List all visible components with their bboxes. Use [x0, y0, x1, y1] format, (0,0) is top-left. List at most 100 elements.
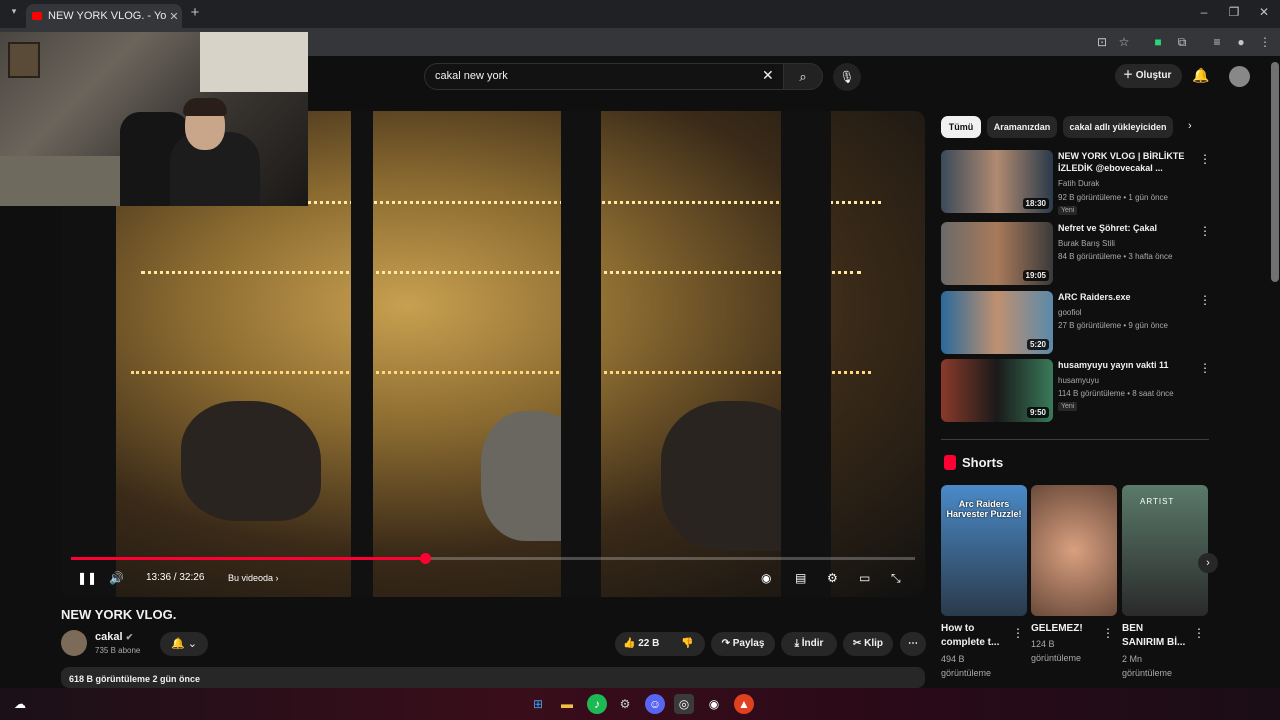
chrome-icon[interactable]: ◎: [674, 694, 694, 714]
bell-icon: 🔔: [171, 638, 185, 650]
subscriber-count: 735 B abone: [95, 646, 141, 655]
install-icon[interactable]: ⊡: [1094, 34, 1110, 50]
puzzle-icon[interactable]: ⧉: [1174, 34, 1190, 50]
create-button[interactable]: ＋ Oluştur: [1115, 64, 1182, 88]
search-input[interactable]: cakal new york: [424, 63, 790, 90]
account-avatar[interactable]: [1229, 66, 1250, 87]
recommendation-channel[interactable]: Burak Barış Stili: [1058, 239, 1115, 248]
obs-icon[interactable]: ◉: [704, 694, 724, 714]
short-thumbnail[interactable]: ARTIST: [1122, 485, 1208, 616]
more-options-icon[interactable]: ⋮: [1193, 626, 1205, 640]
download-button[interactable]: ⤓ İndir: [781, 632, 837, 656]
more-icon[interactable]: ⋮: [1257, 34, 1273, 50]
webcam-sofa: [0, 156, 120, 206]
star-icon[interactable]: ☆: [1116, 34, 1132, 50]
spotify-icon[interactable]: ♪: [587, 694, 607, 714]
chip-from-uploader[interactable]: cakal adlı yükleyiciden: [1063, 116, 1173, 138]
more-options-icon[interactable]: ⋮: [1102, 626, 1114, 640]
tab-title: NEW YORK VLOG. - YouTube: [48, 10, 166, 22]
recommendation-item[interactable]: 19:05 Nefret ve Şöhret: Çakal Burak Barı…: [941, 222, 1211, 286]
chip-all[interactable]: Tümü: [941, 116, 981, 138]
browser-tab[interactable]: NEW YORK VLOG. - YouTube ✕: [26, 4, 182, 28]
dislike-icon[interactable]: 👎: [681, 632, 693, 656]
minimize-icon[interactable]: –: [1194, 5, 1214, 19]
new-tab-icon[interactable]: +: [186, 4, 204, 22]
more-actions-icon[interactable]: ⋯: [900, 632, 926, 656]
progress-bar[interactable]: [71, 553, 915, 564]
share-icon: ↷: [721, 638, 730, 649]
channel-name-text: cakal: [95, 631, 123, 643]
volume-icon[interactable]: 🔊: [109, 571, 124, 585]
more-options-icon[interactable]: ⋮: [1199, 293, 1211, 307]
theater-mode-icon[interactable]: ▭: [859, 571, 870, 585]
channel-name[interactable]: cakal ✔: [95, 631, 133, 643]
recommendation-channel[interactable]: goofiol: [1058, 308, 1082, 317]
clear-search-icon[interactable]: ✕: [762, 67, 774, 84]
chevron-right-icon[interactable]: ›: [1188, 120, 1192, 132]
notifications-icon[interactable]: 🔔: [1192, 67, 1209, 84]
like-icon[interactable]: 👍: [623, 638, 635, 649]
more-options-icon[interactable]: ⋮: [1199, 152, 1211, 166]
settings-icon[interactable]: ⚙: [827, 571, 838, 585]
fullscreen-icon[interactable]: ⤡: [891, 571, 901, 586]
video-thumbnail[interactable]: 19:05: [941, 222, 1053, 285]
recommendation-title[interactable]: husamyuyu yayın vakti 11: [1058, 359, 1188, 371]
subscription-bell-button[interactable]: 🔔 ⌄: [160, 632, 208, 656]
close-window-icon[interactable]: ✕: [1254, 5, 1274, 19]
window-bar: [351, 111, 373, 597]
discord-icon[interactable]: ☺: [645, 694, 665, 714]
search-button[interactable]: ⌕: [783, 63, 823, 90]
recommendation-title[interactable]: ARC Raiders.exe: [1058, 291, 1188, 303]
recommendation-channel[interactable]: husamyuyu: [1058, 376, 1099, 385]
extension-icon[interactable]: ■: [1150, 34, 1166, 50]
recommendation-item[interactable]: 5:20 ARC Raiders.exe goofiol 27 B görünt…: [941, 291, 1211, 355]
file-explorer-icon[interactable]: ▬: [557, 694, 577, 714]
taskbar: [0, 688, 1280, 720]
recommendation-title[interactable]: Nefret ve Şöhret: Çakal: [1058, 222, 1188, 234]
video-thumbnail[interactable]: 9:50: [941, 359, 1053, 422]
subtitles-icon[interactable]: ▤: [795, 571, 806, 585]
description-box[interactable]: 618 B görüntüleme 2 gün önce: [61, 667, 925, 688]
video-thumbnail[interactable]: 18:30: [941, 150, 1053, 213]
more-options-icon[interactable]: ⋮: [1199, 224, 1211, 238]
short-thumbnail[interactable]: [1031, 485, 1117, 616]
channel-avatar[interactable]: [61, 630, 87, 656]
tab-search-icon[interactable]: ▾: [6, 6, 22, 22]
shorts-header: Shorts: [962, 455, 1004, 470]
chapter-button[interactable]: Bu videoda ›: [228, 573, 279, 583]
short-title[interactable]: BEN SANIRIM Bİ...: [1122, 622, 1188, 650]
brave-icon[interactable]: ▲: [734, 694, 754, 714]
short-title[interactable]: How to complete t...: [941, 622, 1007, 650]
restore-icon[interactable]: ❐: [1224, 5, 1244, 19]
autoplay-toggle-icon[interactable]: ◉: [761, 571, 771, 585]
like-count[interactable]: 22 B: [638, 638, 659, 649]
recommendation-item[interactable]: 18:30 NEW YORK VLOG | BİRLİKTE İZLEDİK @…: [941, 150, 1211, 215]
clip-button[interactable]: ✂ Klip: [843, 632, 893, 656]
recommendation-meta: 27 B görüntüleme • 9 gün önce: [1058, 321, 1168, 330]
share-button[interactable]: ↷ Paylaş: [711, 632, 775, 656]
more-options-icon[interactable]: ⋮: [1012, 626, 1024, 640]
chip-related[interactable]: Aramanızdan: [987, 116, 1057, 138]
progress-fill: [71, 557, 426, 560]
recommendation-meta: 92 B görüntüleme • 1 gün önce: [1058, 193, 1168, 202]
short-thumbnail[interactable]: Arc Raiders Harvester Puzzle!: [941, 485, 1027, 616]
recommendation-title[interactable]: NEW YORK VLOG | BİRLİKTE İZLEDİK @ebovec…: [1058, 150, 1188, 174]
pause-icon[interactable]: ❚❚: [77, 571, 97, 585]
shorts-next-icon[interactable]: ›: [1198, 553, 1218, 573]
close-tab-icon[interactable]: ✕: [166, 10, 182, 23]
short-views: 2 Mn görüntüleme: [1122, 654, 1173, 678]
page-scrollbar[interactable]: [1271, 62, 1279, 282]
microphone-icon[interactable]: 🎙: [833, 63, 861, 91]
video-thumbnail[interactable]: 5:20: [941, 291, 1053, 354]
more-options-icon[interactable]: ⋮: [1199, 361, 1211, 375]
profile-icon[interactable]: ●: [1233, 34, 1249, 50]
recommendation-channel[interactable]: Fatih Durak: [1058, 179, 1099, 188]
weather-icon[interactable]: ☁: [10, 694, 30, 714]
windows-start-icon[interactable]: ⊞: [528, 694, 548, 714]
recommendation-item[interactable]: 9:50 husamyuyu yayın vakti 11 husamyuyu …: [941, 359, 1211, 423]
steam-icon[interactable]: ⚙: [615, 694, 635, 714]
media-icon[interactable]: ≡: [1209, 34, 1225, 50]
download-label: İndir: [801, 638, 824, 649]
download-icon: ⤓: [794, 638, 799, 649]
short-title[interactable]: GELEMEZ!: [1031, 622, 1097, 636]
